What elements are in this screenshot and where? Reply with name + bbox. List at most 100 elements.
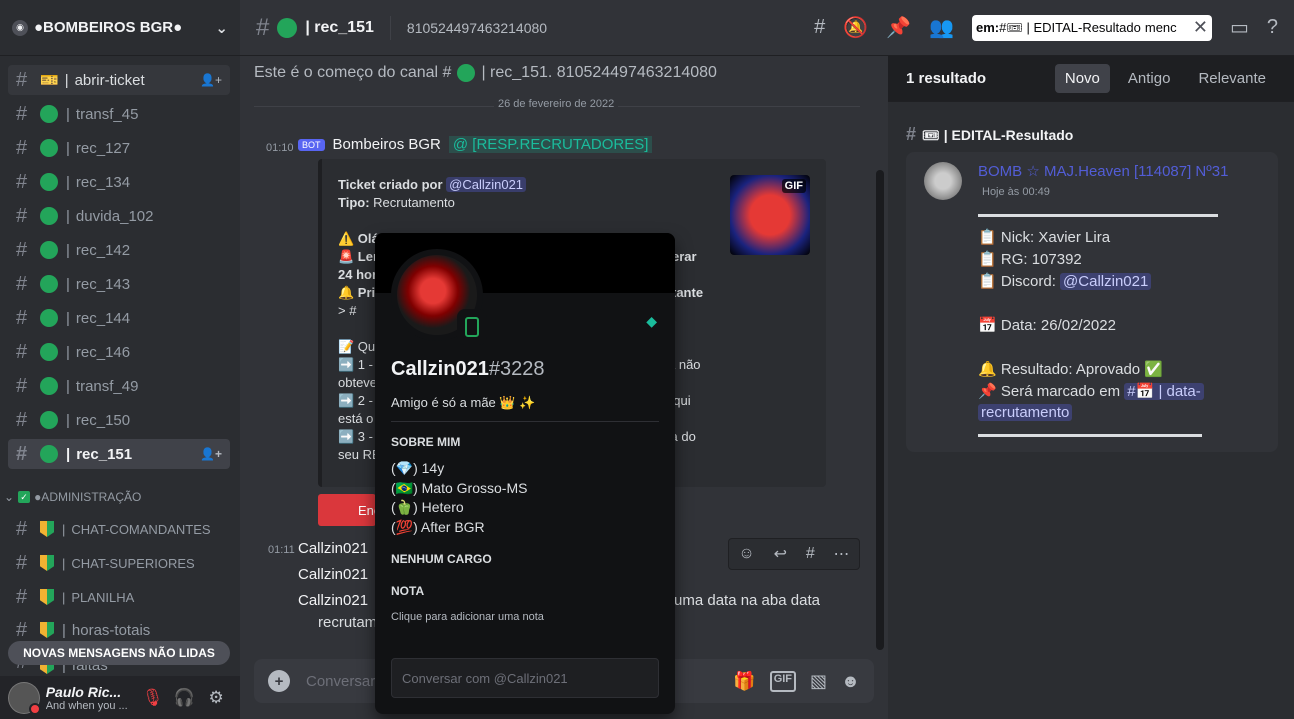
more-icon[interactable]: ⋯: [834, 544, 850, 564]
ticket-icon: 🎫: [40, 72, 59, 89]
channel-rec-127[interactable]: # | rec_127: [8, 133, 230, 163]
dm-input[interactable]: Conversar com @Callzin021: [391, 658, 659, 698]
note-input[interactable]: Clique para adicionar uma nota: [391, 611, 544, 623]
channel-topic[interactable]: 810524497463214080: [407, 20, 547, 36]
beginner-icon: [40, 622, 54, 638]
pin-icon[interactable]: 📌: [886, 15, 911, 40]
role-mention[interactable]: @ [RESP.RECRUTADORES]: [448, 136, 653, 153]
gif-button[interactable]: GIF: [769, 670, 797, 692]
message-author[interactable]: Bombeiros BGR: [333, 136, 441, 153]
guild-name: ●BOMBEIROS BGR●: [34, 19, 183, 36]
result-marked: 📌 Será marcado em #📅 | data-: [978, 382, 1204, 400]
channel-label: rec_143: [75, 275, 131, 293]
bell-muted-icon[interactable]: 🔕: [843, 15, 868, 40]
add-member-icon[interactable]: 👤+: [200, 447, 222, 461]
threads-icon[interactable]: #: [814, 16, 825, 39]
tab-relevante[interactable]: Relevante: [1188, 64, 1276, 93]
sticker-icon[interactable]: ▧: [810, 671, 827, 692]
category-administracao[interactable]: ⌄ ✓ ●ADMINISTRAÇÃO: [4, 490, 141, 504]
channel-rec-146[interactable]: # | rec_146: [8, 337, 230, 367]
hash-icon: #: [16, 585, 28, 608]
members-icon[interactable]: 👥: [929, 15, 954, 40]
bot-message-header: BOT Bombeiros BGR @ [RESP.RECRUTADORES]: [298, 136, 653, 153]
hash-icon: #: [906, 124, 917, 144]
reply-icon[interactable]: ↩: [774, 544, 787, 564]
headphones-icon[interactable]: 🎧: [169, 688, 201, 708]
gift-icon[interactable]: 🎁: [733, 671, 755, 692]
status-dot: [277, 17, 298, 38]
hash-icon: #: [16, 238, 28, 261]
channel-rec-150[interactable]: # | rec_150: [8, 405, 230, 435]
hash-icon: #: [16, 204, 28, 227]
note-title: NOTA: [391, 584, 425, 598]
user-mention[interactable]: @Callzin021: [446, 177, 527, 192]
channel-label: CHAT-COMANDANTES: [71, 521, 211, 537]
help-icon[interactable]: ?: [1267, 16, 1278, 39]
add-member-icon[interactable]: 👤+: [200, 73, 222, 87]
search-result-card[interactable]: BOMB ☆ MAJ.Heaven [114087] Nº31 Hoje às …: [906, 152, 1278, 452]
channel-title: | rec_151: [305, 18, 374, 36]
mic-muted-icon[interactable]: 🎙: [137, 688, 169, 708]
channel-transf-49[interactable]: # | transf_49: [8, 371, 230, 401]
scrollbar[interactable]: [876, 170, 884, 650]
tab-novo[interactable]: Novo: [1054, 64, 1110, 93]
plus-icon[interactable]: +: [268, 670, 290, 692]
channel-chat-comandantes[interactable]: # | CHAT-COMANDANTES: [8, 514, 230, 544]
channel-rec-151[interactable]: # | rec_151 👤+: [8, 439, 230, 469]
hash-icon: #: [16, 340, 28, 363]
channel-mention[interactable]: #📅 | data-: [1124, 383, 1204, 400]
status-dot: [40, 207, 58, 225]
close-icon[interactable]: ✕: [1193, 17, 1208, 38]
new-unread-messages-pill[interactable]: NOVAS MENSAGENS NÃO LIDAS: [8, 641, 230, 665]
avatar[interactable]: [924, 162, 962, 200]
user-mention[interactable]: @Callzin021: [1060, 273, 1152, 290]
status-dot: [40, 411, 58, 429]
channel-rec-144[interactable]: # | rec_144: [8, 303, 230, 333]
hash-icon: #: [16, 136, 28, 159]
header-toolbar: # 🔕 📌 👥 em:#🎟 | EDITAL-Resultado menc ✕ …: [814, 14, 1278, 41]
close-ticket-button[interactable]: Enc: [318, 494, 380, 526]
emoji-icon[interactable]: ☻: [841, 671, 860, 692]
user-names[interactable]: Paulo Ric... And when you ...: [46, 684, 137, 712]
avatar[interactable]: [8, 681, 41, 715]
result-channel[interactable]: # 🎟 | EDITAL-Resultado: [906, 124, 1073, 145]
tab-antigo[interactable]: Antigo: [1118, 64, 1181, 93]
guild-header[interactable]: ◉ ●BOMBEIROS BGR● ⌄: [0, 0, 240, 56]
message-author[interactable]: Callzin021: [298, 566, 368, 583]
search-results-header: 1 resultado Novo Antigo Relevante: [888, 56, 1294, 102]
channel-duvida-102[interactable]: # | duvida_102: [8, 201, 230, 231]
channel-chat-superiores[interactable]: # | CHAT-SUPERIORES: [8, 548, 230, 578]
profile-avatar[interactable]: [391, 249, 487, 345]
add-reaction-icon[interactable]: ☺: [738, 545, 754, 563]
gear-icon[interactable]: ⚙: [200, 688, 232, 708]
profile-custom-status: Amigo é só a mãe 👑 ✨: [391, 395, 536, 410]
message-author[interactable]: Callzin021: [298, 592, 368, 609]
channel-rec-134[interactable]: # | rec_134: [8, 167, 230, 197]
channel-abrir-ticket[interactable]: # 🎫 | abrir-ticket 👤+: [8, 65, 230, 95]
hash-icon: #: [256, 13, 270, 41]
user-panel: Paulo Ric... And when you ... 🎙 🎧 ⚙: [0, 676, 240, 719]
results-count: 1 resultado: [906, 70, 987, 87]
channel-rec-143[interactable]: # | rec_143: [8, 269, 230, 299]
hash-icon: #: [16, 517, 28, 540]
message-actions: ☺ ↩ # ⋯: [728, 538, 860, 570]
search-input[interactable]: em:#🎟 | EDITAL-Resultado menc ✕: [971, 14, 1212, 41]
chevron-down-icon[interactable]: ⌄: [215, 19, 228, 37]
message-author[interactable]: Callzin021: [298, 540, 368, 557]
message-author[interactable]: BOMB ☆ MAJ.Heaven [114087] Nº31: [978, 162, 1228, 180]
channel-sidebar: ◉ ●BOMBEIROS BGR● ⌄ # 🎫 | abrir-ticket 👤…: [0, 0, 240, 719]
message-content: uma data na aba data: [674, 592, 820, 609]
status-dot: [457, 64, 476, 82]
category-label: ●ADMINISTRAÇÃO: [34, 490, 142, 504]
status-dot: [40, 309, 58, 327]
inbox-icon[interactable]: ▭: [1230, 15, 1249, 40]
channel-planilha[interactable]: # | PLANILHA: [8, 582, 230, 612]
channel-transf-45[interactable]: # | transf_45: [8, 99, 230, 129]
nitro-badge-icon[interactable]: ◆: [646, 313, 657, 330]
result-status: 🔔 Resultado: Aprovado ✅: [978, 361, 1163, 378]
channel-rec-142[interactable]: # | rec_142: [8, 235, 230, 265]
thread-icon[interactable]: #: [806, 545, 815, 563]
embed-thumbnail[interactable]: GIF: [730, 175, 810, 255]
message-timestamp: 01:11: [268, 544, 295, 556]
channel-label: transf_45: [75, 105, 139, 123]
